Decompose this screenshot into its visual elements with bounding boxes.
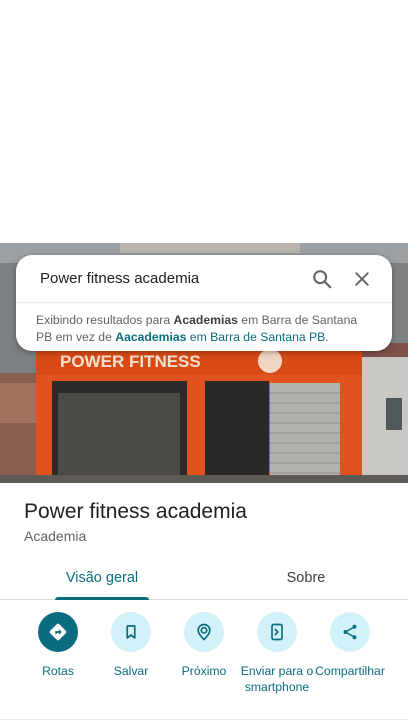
search-bar[interactable]: Power fitness academia	[16, 255, 392, 303]
nearby-label: Próximo	[181, 664, 227, 678]
bookmark-icon	[126, 625, 136, 639]
search-card: Power fitness academia Exibindo resultad…	[16, 255, 392, 351]
note-end: .	[325, 330, 329, 344]
note-alt-suffix: em Barra de Santana PB	[186, 330, 326, 344]
send-to-phone-icon	[271, 623, 283, 641]
save-label: Salvar	[113, 664, 149, 678]
share-icon	[343, 624, 357, 640]
search-input[interactable]: Power fitness academia	[40, 270, 302, 287]
note-prefix: Exibindo resultados para	[36, 313, 174, 327]
place-tabs: Visão geral Sobre	[0, 556, 408, 600]
send-to-phone-label: Enviar para o smartphone	[240, 664, 314, 694]
note-alt-term: Aacademias	[115, 330, 187, 344]
share-label: Compartilhar	[315, 664, 385, 678]
directions-icon	[49, 623, 67, 641]
divider	[0, 719, 408, 720]
search-correction-note: Exibindo resultados para Academias em Ba…	[16, 303, 392, 346]
nearby-icon	[197, 623, 211, 641]
directions-label: Rotas	[42, 664, 74, 678]
action-row: Rotas Salvar Próximo Enviar para o smart…	[0, 612, 408, 712]
close-icon[interactable]	[342, 259, 382, 299]
share-button[interactable]: Compartilhar	[310, 612, 390, 679]
storefront-sign: POWER FITNESS	[60, 352, 201, 371]
search-icon[interactable]	[302, 259, 342, 299]
note-term: Academias	[173, 313, 238, 327]
tab-about[interactable]: Sobre	[204, 556, 408, 599]
save-button[interactable]: Salvar	[91, 612, 171, 679]
directions-button[interactable]: Rotas	[18, 612, 98, 679]
original-query-link[interactable]: Aacademias em Barra de Santana PB	[115, 330, 325, 344]
place-category[interactable]: Academia	[24, 528, 86, 544]
place-title: Power fitness academia	[24, 500, 247, 523]
tab-overview[interactable]: Visão geral	[0, 556, 204, 600]
nearby-button[interactable]: Próximo	[164, 612, 244, 679]
send-to-phone-button[interactable]: Enviar para o smartphone	[237, 612, 317, 695]
